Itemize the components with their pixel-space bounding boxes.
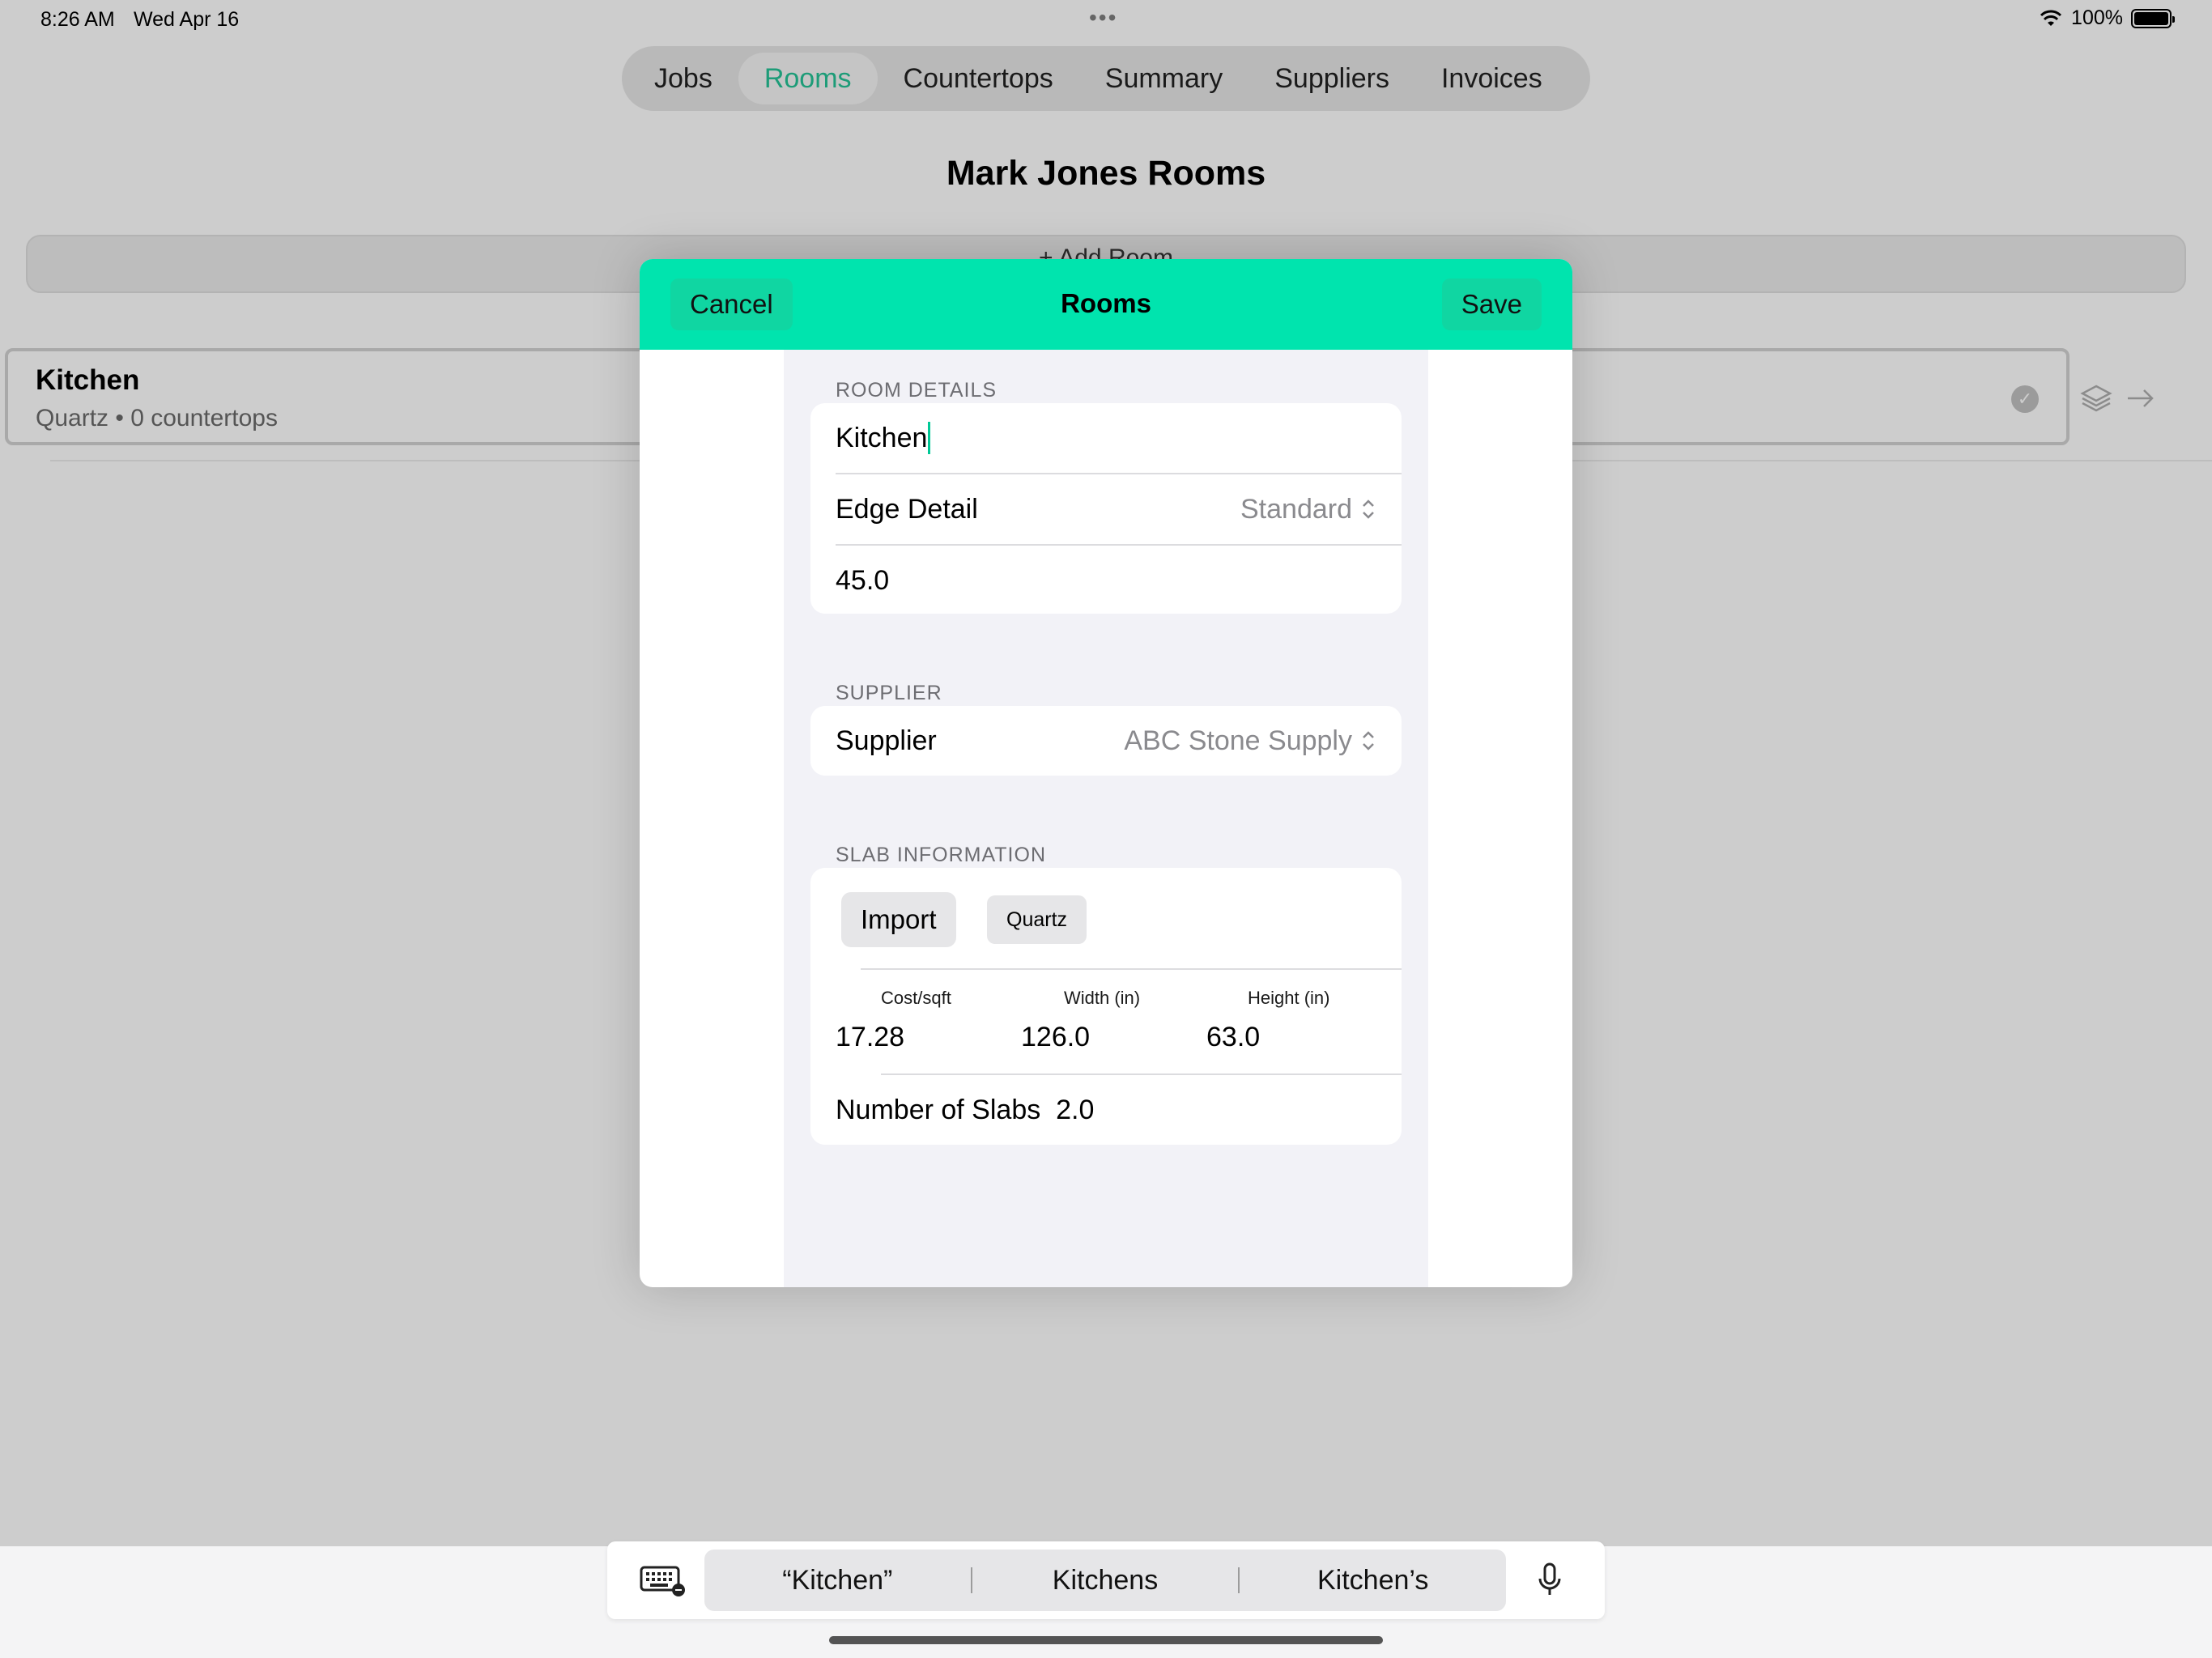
section-supplier: SUPPLIER (836, 682, 942, 704)
import-button[interactable]: Import (841, 892, 956, 947)
room-name-field[interactable]: Kitchen (810, 403, 1402, 473)
section-room-details: ROOM DETAILS (836, 379, 998, 402)
height-header: Height (in) (1248, 988, 1330, 1008)
save-button[interactable]: Save (1441, 278, 1542, 330)
modal-header: Cancel Rooms Save (640, 259, 1572, 350)
height-field[interactable]: 63.0 (1206, 1022, 1260, 1053)
cost-header: Cost/sqft (881, 988, 951, 1008)
suggestion-pill: “Kitchen” Kitchens Kitchen’s (704, 1550, 1506, 1611)
cost-field[interactable]: 17.28 (836, 1022, 904, 1053)
edge-detail-picker[interactable]: Edge Detail Standard (810, 474, 1402, 544)
status-right: 100% (2039, 6, 2175, 30)
page-title: Mark Jones Rooms (946, 154, 1266, 193)
suggestion-3[interactable]: Kitchen’s (1240, 1565, 1506, 1596)
rooms-modal: Cancel Rooms Save ROOM DETAILS Kitchen E… (640, 259, 1572, 1287)
battery-icon (2131, 8, 2175, 28)
arrow-right-icon[interactable] (2123, 381, 2157, 415)
keyboard-icon[interactable] (640, 1562, 687, 1596)
suggestion-1[interactable]: “Kitchen” (704, 1565, 971, 1596)
row-actions (2079, 366, 2160, 431)
keyboard-suggestion-bar: “Kitchen” Kitchens Kitchen’s (607, 1541, 1605, 1619)
form-area[interactable]: ROOM DETAILS Kitchen Edge Detail Standar… (784, 350, 1428, 1287)
text-cursor (928, 422, 931, 454)
room-name-value: Kitchen (836, 422, 928, 453)
tab-summary[interactable]: Summary (1079, 53, 1249, 104)
slab-count-label: Number of Slabs (836, 1095, 1041, 1125)
microphone-icon[interactable] (1537, 1562, 1563, 1598)
room-subtitle: Quartz • 0 countertops (36, 405, 278, 432)
supplier-label: Supplier (836, 725, 937, 756)
layers-icon[interactable] (2079, 381, 2113, 415)
wifi-icon (2040, 10, 2062, 26)
status-time: 8:26 AM (40, 8, 115, 31)
home-indicator[interactable] (829, 1636, 1383, 1644)
slab-card: Import Quartz Cost/sqft Width (in) Heigh… (810, 868, 1402, 1145)
edge-detail-label: Edge Detail (836, 493, 978, 525)
tab-suppliers[interactable]: Suppliers (1249, 53, 1415, 104)
edge-detail-value: Standard (1240, 493, 1352, 525)
slab-count-value: 2.0 (1056, 1095, 1095, 1125)
room-details-card: Kitchen Edge Detail Standard 45.0 (810, 403, 1402, 614)
divider (861, 968, 1402, 970)
chevron-updown-icon (1363, 731, 1374, 750)
slab-count-row[interactable]: Number of Slabs 2.0 (836, 1095, 1094, 1126)
width-header: Width (in) (1064, 988, 1141, 1008)
material-tag[interactable]: Quartz (987, 895, 1087, 944)
supplier-picker[interactable]: Supplier ABC Stone Supply (810, 706, 1402, 776)
divider (881, 1073, 1402, 1075)
edge-detail-value-wrap: Standard (1240, 494, 1376, 525)
status-bar: 8:26 AM Wed Apr 16 ••• 100% (0, 0, 2212, 39)
tab-rooms[interactable]: Rooms (738, 53, 878, 104)
multitask-dots-icon[interactable]: ••• (1089, 5, 1117, 31)
tab-jobs[interactable]: Jobs (628, 53, 738, 104)
measure-value: 45.0 (836, 564, 890, 596)
supplier-card: Supplier ABC Stone Supply (810, 706, 1402, 776)
chevron-updown-icon (1363, 500, 1374, 519)
modal-title: Rooms (1061, 288, 1151, 318)
room-name: Kitchen (36, 364, 140, 396)
section-slab-information: SLAB INFORMATION (836, 844, 1047, 866)
width-field[interactable]: 126.0 (1021, 1022, 1090, 1053)
tab-invoices[interactable]: Invoices (1415, 53, 1568, 104)
supplier-value-wrap: ABC Stone Supply (1124, 725, 1376, 757)
status-date: Wed Apr 16 (134, 8, 240, 31)
segmented-tab-bar: Jobs Rooms Countertops Summary Suppliers… (622, 46, 1590, 111)
measure-field[interactable]: 45.0 (810, 546, 1402, 614)
battery-percent: 100% (2071, 6, 2123, 29)
supplier-value: ABC Stone Supply (1124, 725, 1352, 756)
suggestion-2[interactable]: Kitchens (972, 1565, 1239, 1596)
tab-countertops[interactable]: Countertops (878, 53, 1079, 104)
checkmark-icon: ✓ (2011, 385, 2039, 413)
